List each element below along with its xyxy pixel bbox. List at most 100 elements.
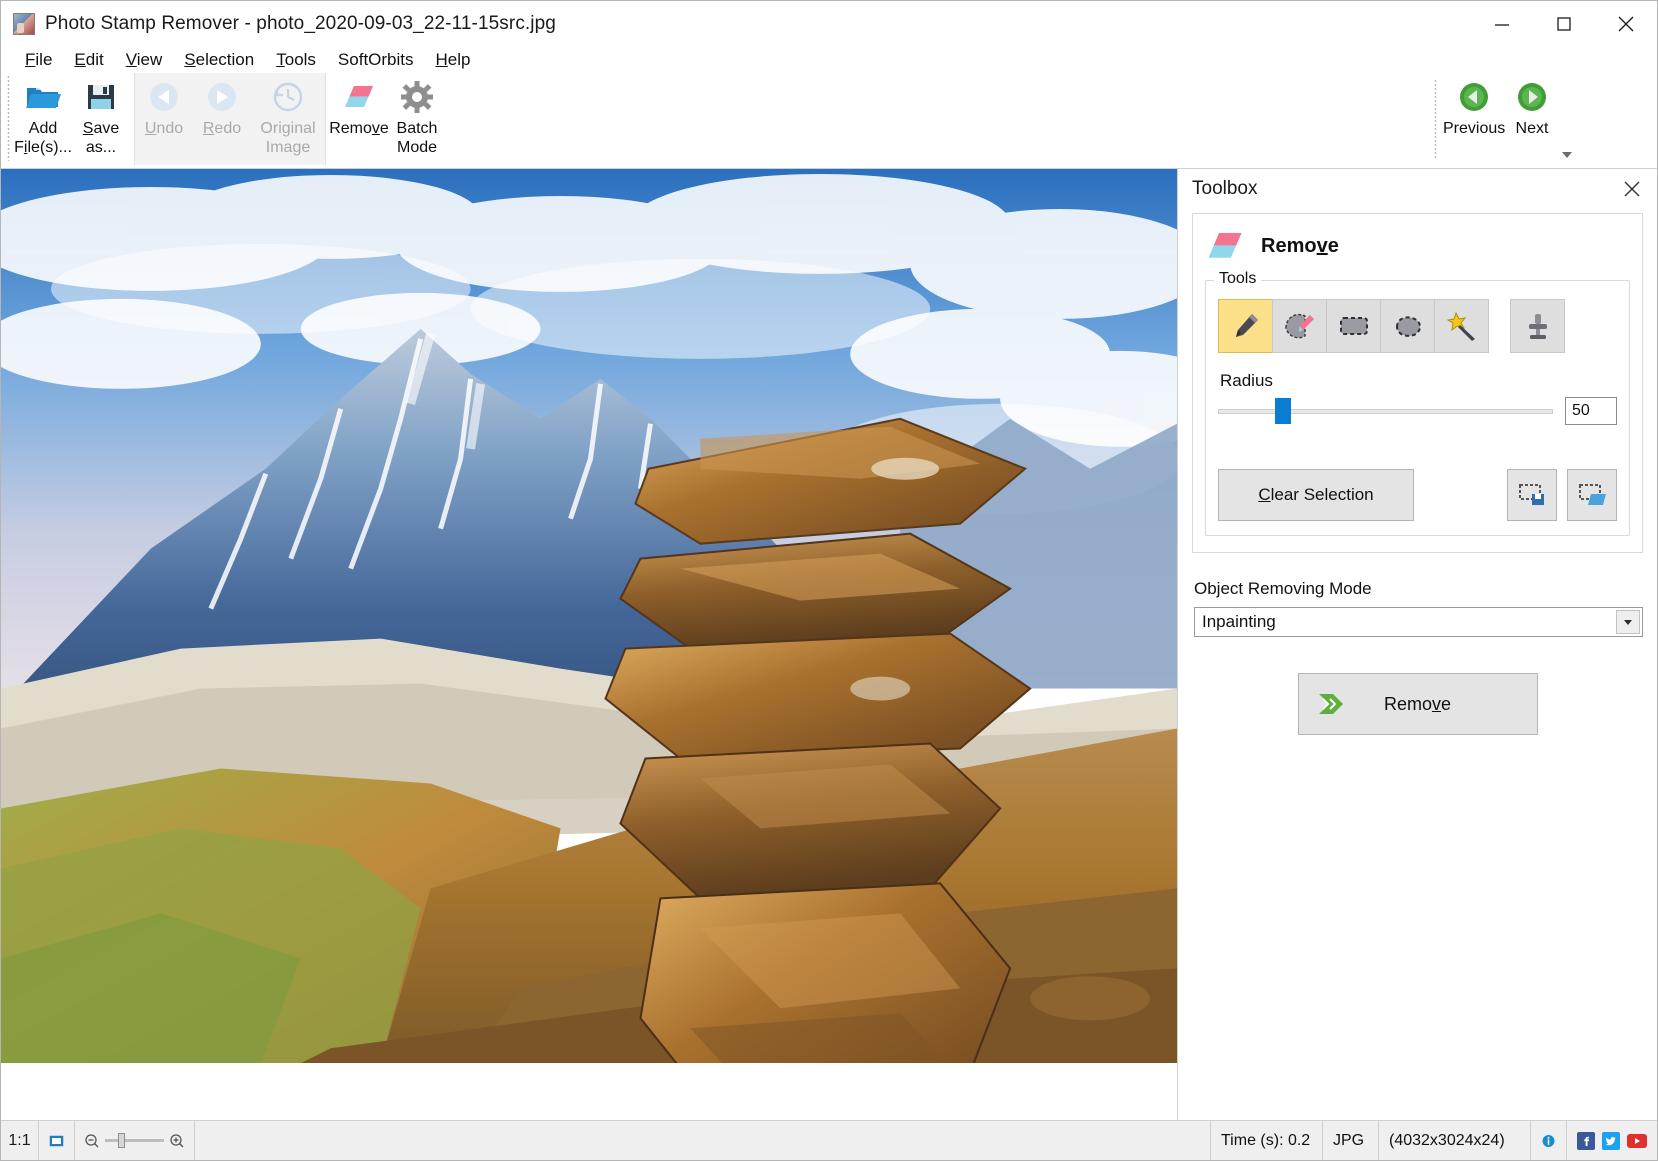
- menu-softorbits[interactable]: SoftOrbits: [328, 48, 424, 72]
- radius-slider-thumb[interactable]: [1275, 398, 1291, 424]
- radius-input[interactable]: 50: [1565, 397, 1617, 425]
- remove-toolbar-button[interactable]: Remove: [330, 73, 388, 161]
- social-links: [1567, 1121, 1657, 1160]
- minimize-button[interactable]: [1471, 1, 1533, 47]
- status-spacer: [195, 1121, 1211, 1160]
- file-format-label: JPG: [1323, 1121, 1379, 1160]
- youtube-icon[interactable]: [1627, 1132, 1647, 1150]
- toolbar-drag-handle[interactable]: [7, 75, 10, 161]
- save-as-button[interactable]: Save as...: [72, 73, 130, 161]
- rectangle-select-tool-button[interactable]: [1326, 299, 1381, 353]
- object-removing-mode-label: Object Removing Mode: [1194, 579, 1643, 599]
- radius-row: 50: [1218, 397, 1617, 425]
- menu-file[interactable]: File: [15, 48, 62, 72]
- load-selection-button[interactable]: [1567, 469, 1617, 521]
- menu-selection[interactable]: Selection: [174, 48, 264, 72]
- menu-tools-rest: ools: [285, 50, 316, 69]
- batch-mode-label: Batch Mode: [386, 119, 448, 157]
- magic-wand-tool-button[interactable]: [1434, 299, 1489, 353]
- original-image-button[interactable]: Original Image: [251, 73, 325, 165]
- main-area: Toolbox Remove Tools: [1, 168, 1657, 1120]
- image-canvas[interactable]: [1, 169, 1178, 1120]
- radius-slider[interactable]: [1218, 398, 1553, 424]
- original-image-label: Original Image: [249, 119, 327, 157]
- zoom-slider-thumb[interactable]: [118, 1133, 125, 1148]
- image-dimensions-label: (4032x3024x24): [1379, 1121, 1531, 1160]
- menu-edit-rest: dit: [86, 50, 104, 69]
- next-button[interactable]: Next: [1503, 73, 1561, 161]
- eraser-icon: [339, 79, 379, 115]
- open-folder-icon: [23, 79, 63, 115]
- save-as-line1: Save: [83, 120, 119, 137]
- zoom-out-icon: [85, 1134, 99, 1148]
- info-icon: [1541, 1131, 1556, 1151]
- eraser-brush-icon: [1283, 310, 1317, 342]
- navigation-button-group: Previous Next: [1434, 73, 1561, 161]
- toolbox-close-icon[interactable]: [1621, 178, 1643, 200]
- batch-mode-button[interactable]: Batch Mode: [388, 73, 446, 161]
- lasso-icon: [1391, 311, 1425, 341]
- zoom-in-icon: [170, 1134, 184, 1148]
- menu-help-rest: elp: [448, 50, 471, 69]
- eraser-icon: [1205, 228, 1245, 264]
- green-right-arrow-icon: [1512, 79, 1552, 115]
- save-selection-button[interactable]: [1507, 469, 1557, 521]
- main-toolbar: Add File(s)... Save as...: [1, 73, 1657, 168]
- next-label: Next: [1501, 119, 1563, 138]
- remove-action-wrap: Remove: [1178, 673, 1657, 735]
- pencil-icon: [1230, 310, 1262, 342]
- previous-button[interactable]: Previous: [1445, 73, 1503, 161]
- pencil-tool-button[interactable]: [1218, 299, 1273, 353]
- selection-actions-row: Clear Selection: [1218, 469, 1617, 521]
- menu-help[interactable]: Help: [426, 48, 481, 72]
- object-removing-mode-select[interactable]: Inpainting: [1194, 607, 1643, 637]
- window-controls: [1471, 1, 1657, 47]
- maximize-button[interactable]: [1533, 1, 1595, 47]
- lasso-tool-button[interactable]: [1380, 299, 1435, 353]
- green-left-arrow-icon: [1454, 79, 1494, 115]
- chevron-down-icon[interactable]: [1616, 610, 1640, 634]
- add-files-button[interactable]: Add File(s)...: [14, 73, 72, 161]
- clock-history-icon: [268, 79, 308, 115]
- undo-label: Undo: [133, 119, 195, 138]
- facebook-icon[interactable]: [1577, 1132, 1595, 1150]
- radius-label: Radius: [1220, 371, 1617, 391]
- tools-group: Tools: [1205, 280, 1630, 536]
- toolbar-overflow-chevron-icon[interactable]: [1559, 147, 1575, 163]
- undo-button[interactable]: Undo: [135, 73, 193, 165]
- gear-icon: [397, 79, 437, 115]
- menu-view[interactable]: View: [116, 48, 173, 72]
- fit-to-window-icon: [49, 1132, 64, 1150]
- twitter-icon[interactable]: [1602, 1132, 1620, 1150]
- zoom-slider[interactable]: [75, 1121, 195, 1160]
- menu-edit[interactable]: Edit: [64, 48, 113, 72]
- processing-time-label: Time (s): 0.2: [1211, 1121, 1323, 1160]
- remove-action-button[interactable]: Remove: [1298, 673, 1538, 735]
- remove-action-label: Remove: [1299, 694, 1537, 715]
- menu-tools[interactable]: Tools: [266, 48, 326, 72]
- close-button[interactable]: [1595, 1, 1657, 47]
- clear-selection-button[interactable]: Clear Selection: [1218, 469, 1414, 521]
- toolbox-header: Toolbox: [1178, 169, 1657, 209]
- fit-to-window-button[interactable]: [39, 1121, 75, 1160]
- original-image-line1: Original: [260, 120, 315, 137]
- remove-tool-panel: Remove Tools: [1192, 213, 1643, 553]
- title-bar: Photo Stamp Remover - photo_2020-09-03_2…: [1, 1, 1657, 47]
- selection-io-group: [1497, 469, 1617, 521]
- photo-preview: [1, 169, 1177, 1063]
- floppy-disk-icon: [81, 79, 121, 115]
- clone-stamp-tool-button[interactable]: [1510, 299, 1565, 353]
- tools-row: [1218, 299, 1617, 353]
- redo-button[interactable]: Redo: [193, 73, 251, 165]
- remove-panel-title: Remove: [1261, 235, 1339, 258]
- toolbox-panel: Toolbox Remove Tools: [1178, 169, 1657, 1120]
- eraser-tool-button[interactable]: [1272, 299, 1327, 353]
- save-selection-icon: [1517, 482, 1547, 508]
- info-button[interactable]: [1531, 1121, 1567, 1160]
- radius-slider-track: [1218, 409, 1553, 414]
- zoom-slider-track[interactable]: [105, 1139, 164, 1142]
- undo-arrow-icon: [144, 79, 184, 115]
- previous-label: Previous: [1443, 119, 1505, 138]
- history-button-group: Undo Redo: [134, 73, 326, 165]
- menu-file-rest: ile: [35, 50, 52, 69]
